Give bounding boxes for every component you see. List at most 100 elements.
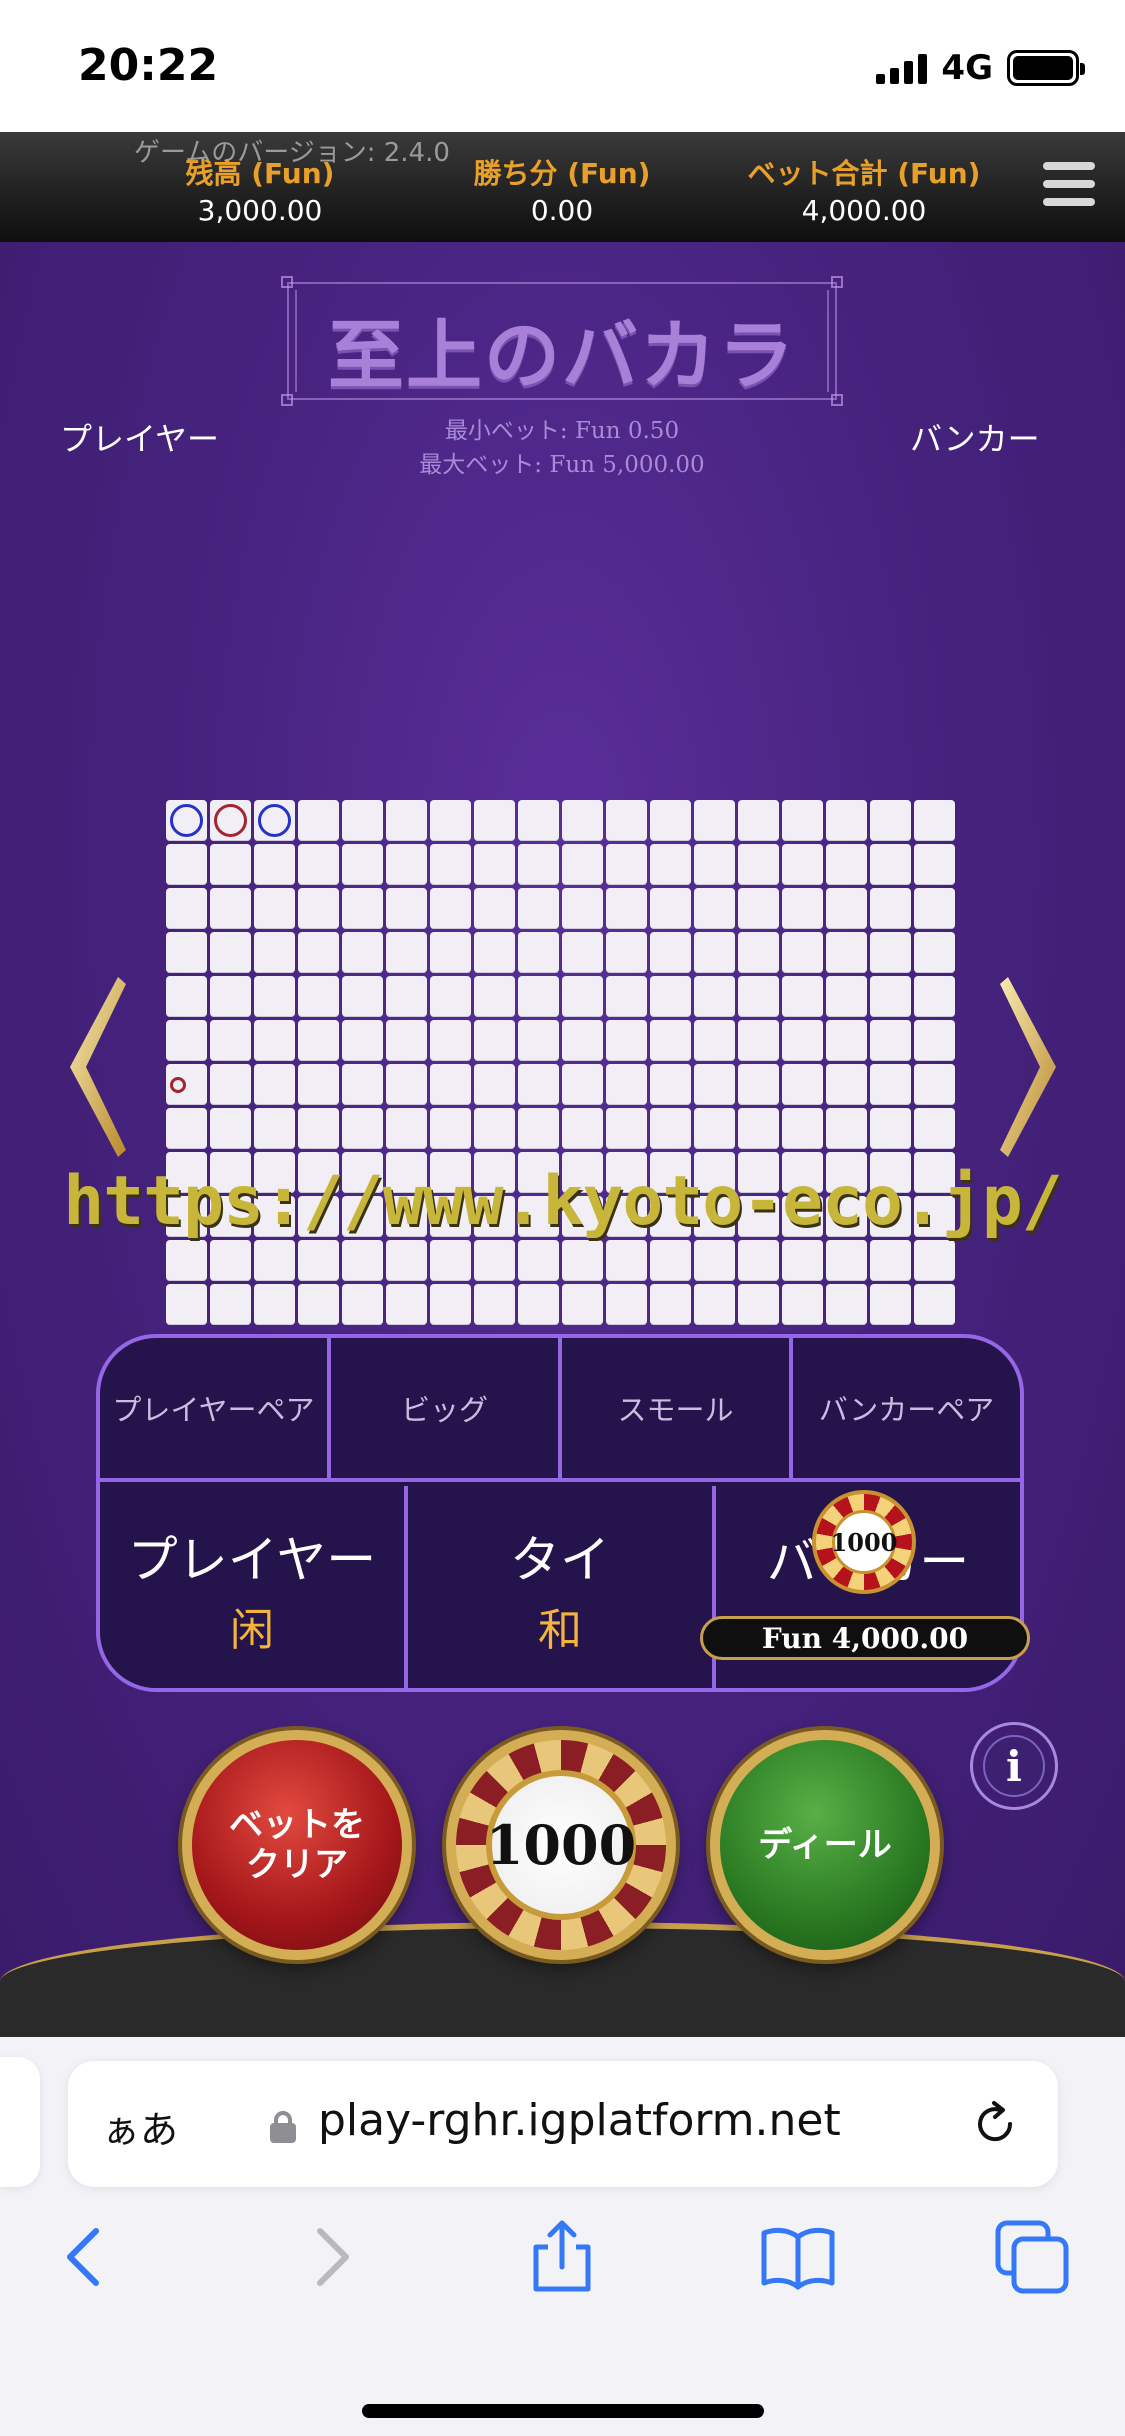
road-cell xyxy=(782,800,823,841)
road-cell xyxy=(166,800,207,841)
stat-balance: 残高 (Fun) 3,000.00 xyxy=(130,152,390,227)
road-cell xyxy=(694,976,735,1017)
road-cell xyxy=(914,1108,955,1149)
road-cell xyxy=(474,1240,515,1281)
status-time: 20:22 xyxy=(78,40,219,91)
bet-player[interactable]: プレイヤー 闲 xyxy=(100,1486,408,1688)
chevron-right-icon[interactable] xyxy=(290,2217,370,2297)
max-bet: 最大ベット: Fun 5,000.00 xyxy=(419,452,705,478)
info-button[interactable]: i xyxy=(970,1722,1058,1810)
road-cell xyxy=(518,888,559,929)
road-cell xyxy=(386,1020,427,1061)
road-cell xyxy=(386,1284,427,1325)
road-cell xyxy=(914,1064,955,1105)
previous-tab-preview[interactable] xyxy=(0,2057,40,2187)
game-title-frame: 至上のバカラ xyxy=(281,276,843,406)
road-cell xyxy=(782,1240,823,1281)
road-cell xyxy=(298,1240,339,1281)
road-cell xyxy=(298,844,339,885)
banker-label: バンカー xyxy=(910,420,1040,458)
road-cell xyxy=(738,932,779,973)
bet-tie[interactable]: タイ 和 xyxy=(408,1486,716,1688)
road-cell xyxy=(782,976,823,1017)
road-cell xyxy=(650,1284,691,1325)
road-cell xyxy=(782,844,823,885)
bet-small[interactable]: スモール xyxy=(562,1338,793,1478)
road-cell xyxy=(738,800,779,841)
road-cell xyxy=(738,1064,779,1105)
road-cell xyxy=(298,800,339,841)
road-cell xyxy=(914,1020,955,1061)
road-cell xyxy=(914,976,955,1017)
bet-player-pair[interactable]: プレイヤーペア xyxy=(100,1338,331,1478)
hamburger-menu-icon[interactable] xyxy=(1043,162,1095,206)
road-cell xyxy=(298,1020,339,1061)
share-icon[interactable] xyxy=(522,2217,602,2297)
road-cell xyxy=(826,976,867,1017)
placed-chip-value: 1000 xyxy=(831,1510,897,1574)
road-cell xyxy=(826,1240,867,1281)
player-win-mark xyxy=(258,804,291,837)
road-cell xyxy=(870,844,911,885)
watermark-url: https://www.kyoto-eco.jp/ xyxy=(63,1162,1063,1241)
reload-icon[interactable] xyxy=(970,2099,1020,2149)
road-cell xyxy=(210,1064,251,1105)
road-cell xyxy=(694,932,735,973)
address-bar[interactable]: ぁあ play-rghr.igplatform.net xyxy=(68,2061,1058,2187)
chevron-left-icon[interactable] xyxy=(46,2217,126,2297)
bet-tie-kanji: 和 xyxy=(538,1605,582,1656)
stat-total-bet-value: 4,000.00 xyxy=(801,194,927,227)
road-cell xyxy=(870,888,911,929)
road-cell xyxy=(738,888,779,929)
road-cell xyxy=(606,1064,647,1105)
road-cell xyxy=(386,800,427,841)
clear-bets-button[interactable]: ベットを クリア xyxy=(182,1730,412,1960)
road-cell xyxy=(694,888,735,929)
stat-balance-value: 3,000.00 xyxy=(197,194,323,227)
bet-tie-label: タイ xyxy=(510,1531,610,1589)
road-cell xyxy=(474,1064,515,1105)
road-cell xyxy=(166,844,207,885)
chip-selector-button[interactable]: 1000 xyxy=(446,1730,676,1960)
road-cell xyxy=(650,800,691,841)
stat-balance-label: 残高 (Fun) xyxy=(185,157,335,190)
road-cell xyxy=(210,932,251,973)
road-cell xyxy=(870,1020,911,1061)
road-cell xyxy=(738,1240,779,1281)
stat-winnings-value: 0.00 xyxy=(530,194,594,227)
road-cell xyxy=(562,1284,603,1325)
stat-total-bet-label: ベット合計 (Fun) xyxy=(747,157,981,190)
road-cell xyxy=(430,976,471,1017)
road-cell xyxy=(650,1240,691,1281)
road-cell xyxy=(694,800,735,841)
road-cell xyxy=(298,976,339,1017)
road-cell xyxy=(914,800,955,841)
road-cell xyxy=(518,1064,559,1105)
book-icon[interactable] xyxy=(758,2217,838,2297)
road-cell xyxy=(606,888,647,929)
road-cell xyxy=(254,1284,295,1325)
road-cell xyxy=(518,1240,559,1281)
game-top-bar: ゲームのバージョン: 2.4.0 残高 (Fun) 3,000.00 勝ち分 (… xyxy=(0,132,1125,242)
road-cell xyxy=(386,976,427,1017)
road-cell xyxy=(826,844,867,885)
road-cell xyxy=(166,1020,207,1061)
road-cell xyxy=(914,1240,955,1281)
road-cell xyxy=(342,932,383,973)
tabs-icon[interactable] xyxy=(992,2217,1072,2297)
bet-banker-pair[interactable]: バンカーペア xyxy=(793,1338,1020,1478)
next-road-arrow-icon[interactable] xyxy=(996,972,1066,1162)
road-cell xyxy=(298,932,339,973)
deal-button[interactable]: ディール xyxy=(710,1730,940,1960)
road-cell xyxy=(166,1064,207,1105)
road-cell xyxy=(694,1108,735,1149)
reader-options-button[interactable]: ぁあ xyxy=(102,2099,178,2154)
road-cell xyxy=(474,976,515,1017)
previous-road-arrow-icon[interactable] xyxy=(60,972,130,1162)
road-cell xyxy=(166,1240,207,1281)
bet-big[interactable]: ビッグ xyxy=(331,1338,562,1478)
road-cell xyxy=(650,1020,691,1061)
road-cell xyxy=(298,888,339,929)
road-cell xyxy=(166,1108,207,1149)
road-cell xyxy=(342,1064,383,1105)
